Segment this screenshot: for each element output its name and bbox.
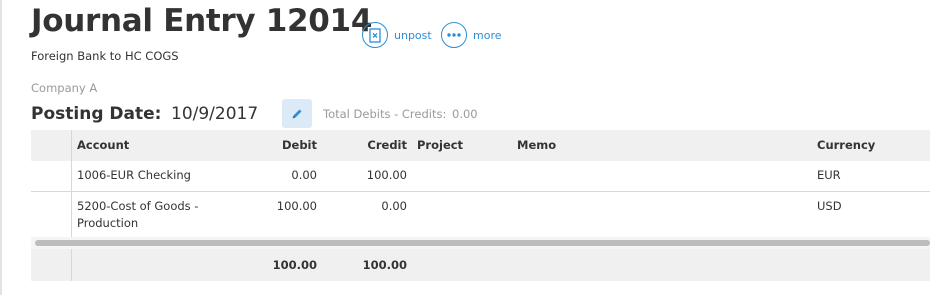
page-subtitle: Foreign Bank to HC COGS bbox=[31, 49, 179, 63]
page-title: Journal Entry 12014 bbox=[31, 3, 373, 39]
total-debits-credits-label: Total Debits - Credits: bbox=[323, 107, 447, 121]
account-cell: 5200-Cost of Goods - bbox=[77, 199, 199, 213]
total-debits-credits-value: 0.00 bbox=[452, 107, 478, 121]
column-divider bbox=[71, 161, 72, 191]
company-name: Company A bbox=[31, 81, 98, 95]
journal-lines-grid: Account Debit Credit Project Memo Curren… bbox=[31, 130, 930, 281]
column-divider bbox=[71, 192, 72, 237]
edit-button[interactable] bbox=[282, 99, 312, 128]
document-x-icon bbox=[362, 22, 388, 48]
column-divider bbox=[71, 249, 72, 281]
pencil-icon bbox=[292, 109, 302, 118]
ellipsis-icon bbox=[441, 22, 467, 48]
column-header-debit[interactable]: Debit bbox=[251, 138, 317, 152]
total-debit: 100.00 bbox=[272, 258, 317, 272]
more-button[interactable]: more bbox=[441, 21, 502, 49]
currency-cell: EUR bbox=[817, 168, 841, 182]
column-header-memo[interactable]: Memo bbox=[517, 138, 556, 152]
more-label: more bbox=[473, 28, 502, 42]
table-row[interactable]: 1006-EUR Checking 0.00 100.00 EUR bbox=[31, 161, 930, 192]
table-row[interactable]: 5200-Cost of Goods - Production 100.00 0… bbox=[31, 192, 930, 238]
currency-cell: USD bbox=[817, 199, 842, 213]
account-cell-line2: Production bbox=[77, 216, 139, 230]
column-header-project[interactable]: Project bbox=[417, 138, 463, 152]
posting-date-label: Posting Date: bbox=[31, 104, 162, 124]
totals-row: 100.00 100.00 bbox=[31, 249, 930, 281]
unpost-button[interactable]: unpost bbox=[362, 21, 432, 49]
horizontal-scrollbar[interactable] bbox=[35, 240, 930, 246]
column-divider bbox=[71, 130, 72, 161]
debit-cell: 100.00 bbox=[276, 199, 317, 213]
total-credit: 100.00 bbox=[362, 258, 407, 272]
left-border bbox=[0, 0, 2, 295]
credit-cell: 100.00 bbox=[366, 168, 407, 182]
posting-date-value: 10/9/2017 bbox=[171, 104, 259, 124]
column-header-credit[interactable]: Credit bbox=[341, 138, 407, 152]
debit-cell: 0.00 bbox=[291, 168, 317, 182]
account-cell: 1006-EUR Checking bbox=[77, 168, 191, 182]
unpost-label: unpost bbox=[394, 28, 432, 42]
grid-header-row: Account Debit Credit Project Memo Curren… bbox=[31, 130, 930, 162]
credit-cell: 0.00 bbox=[381, 199, 407, 213]
column-header-account[interactable]: Account bbox=[77, 138, 129, 152]
column-header-currency[interactable]: Currency bbox=[817, 138, 875, 152]
